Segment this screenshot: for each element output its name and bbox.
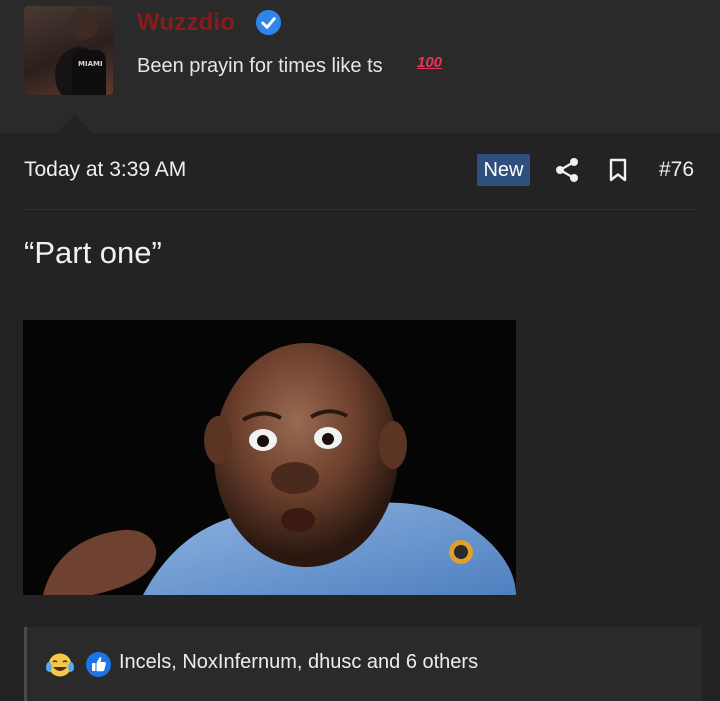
user-status-text: Been prayin for times like ts (137, 55, 383, 77)
reaction-gif[interactable] (23, 320, 516, 595)
verified-check-icon (255, 9, 282, 36)
profile-header: MIAMI Wuzzdio Been prayin for times like… (0, 0, 720, 133)
reaction-summary-link[interactable]: Incels, NoxInfernum, dhusc and 6 others (119, 651, 478, 674)
avatar[interactable]: MIAMI (24, 6, 113, 95)
header-pointer (57, 115, 93, 133)
reaction-bar[interactable]: Incels, NoxInfernum, dhusc and 6 others (24, 627, 702, 701)
post-timestamp[interactable]: Today at 3:39 AM (24, 158, 186, 182)
post-body-text: “Part one” (24, 235, 162, 270)
crying-laughing-icon (46, 653, 74, 677)
post-number-link[interactable]: #76 (659, 158, 694, 182)
username-link[interactable]: Wuzzdio (137, 9, 235, 37)
gif-illustration (23, 320, 516, 595)
hundred-points-icon: 100 (417, 54, 443, 71)
divider (24, 209, 697, 210)
post-meta-row: Today at 3:39 AM New #76 (0, 145, 720, 195)
avatar-jersey: MIAMI (72, 50, 106, 95)
bookmark-icon[interactable] (607, 158, 629, 182)
new-badge: New (477, 154, 530, 186)
share-icon[interactable] (555, 157, 579, 183)
like-icon (86, 652, 111, 677)
avatar-face (80, 16, 98, 38)
